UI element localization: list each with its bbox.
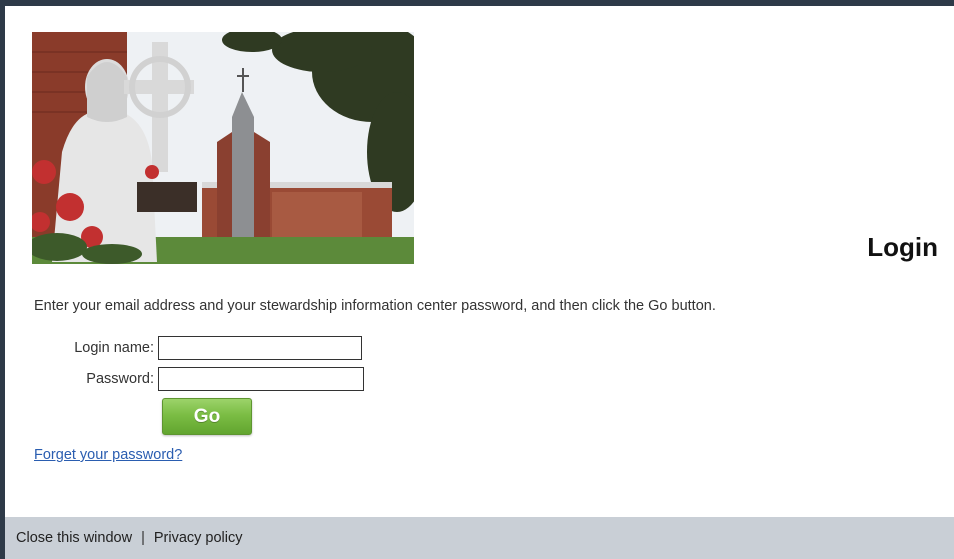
instructions-text: Enter your email address and your stewar… bbox=[34, 298, 716, 314]
privacy-policy-link[interactable]: Privacy policy bbox=[154, 530, 243, 546]
login-name-row: Login name: bbox=[34, 336, 362, 360]
login-name-input[interactable] bbox=[158, 336, 362, 360]
close-window-link[interactable]: Close this window bbox=[16, 530, 132, 546]
forgot-password-link[interactable]: Forget your password? bbox=[34, 447, 182, 463]
password-row: Password: bbox=[34, 367, 364, 391]
page-title: Login bbox=[867, 232, 938, 262]
go-button[interactable]: Go bbox=[162, 398, 252, 435]
church-photo bbox=[32, 32, 414, 264]
password-label: Password: bbox=[86, 371, 154, 387]
footer-separator: | bbox=[141, 530, 145, 546]
login-name-label: Login name: bbox=[74, 340, 154, 356]
left-border bbox=[0, 0, 5, 559]
password-input[interactable] bbox=[158, 367, 364, 391]
footer-bar: Close this window | Privacy policy bbox=[5, 517, 954, 559]
top-border bbox=[0, 0, 954, 6]
